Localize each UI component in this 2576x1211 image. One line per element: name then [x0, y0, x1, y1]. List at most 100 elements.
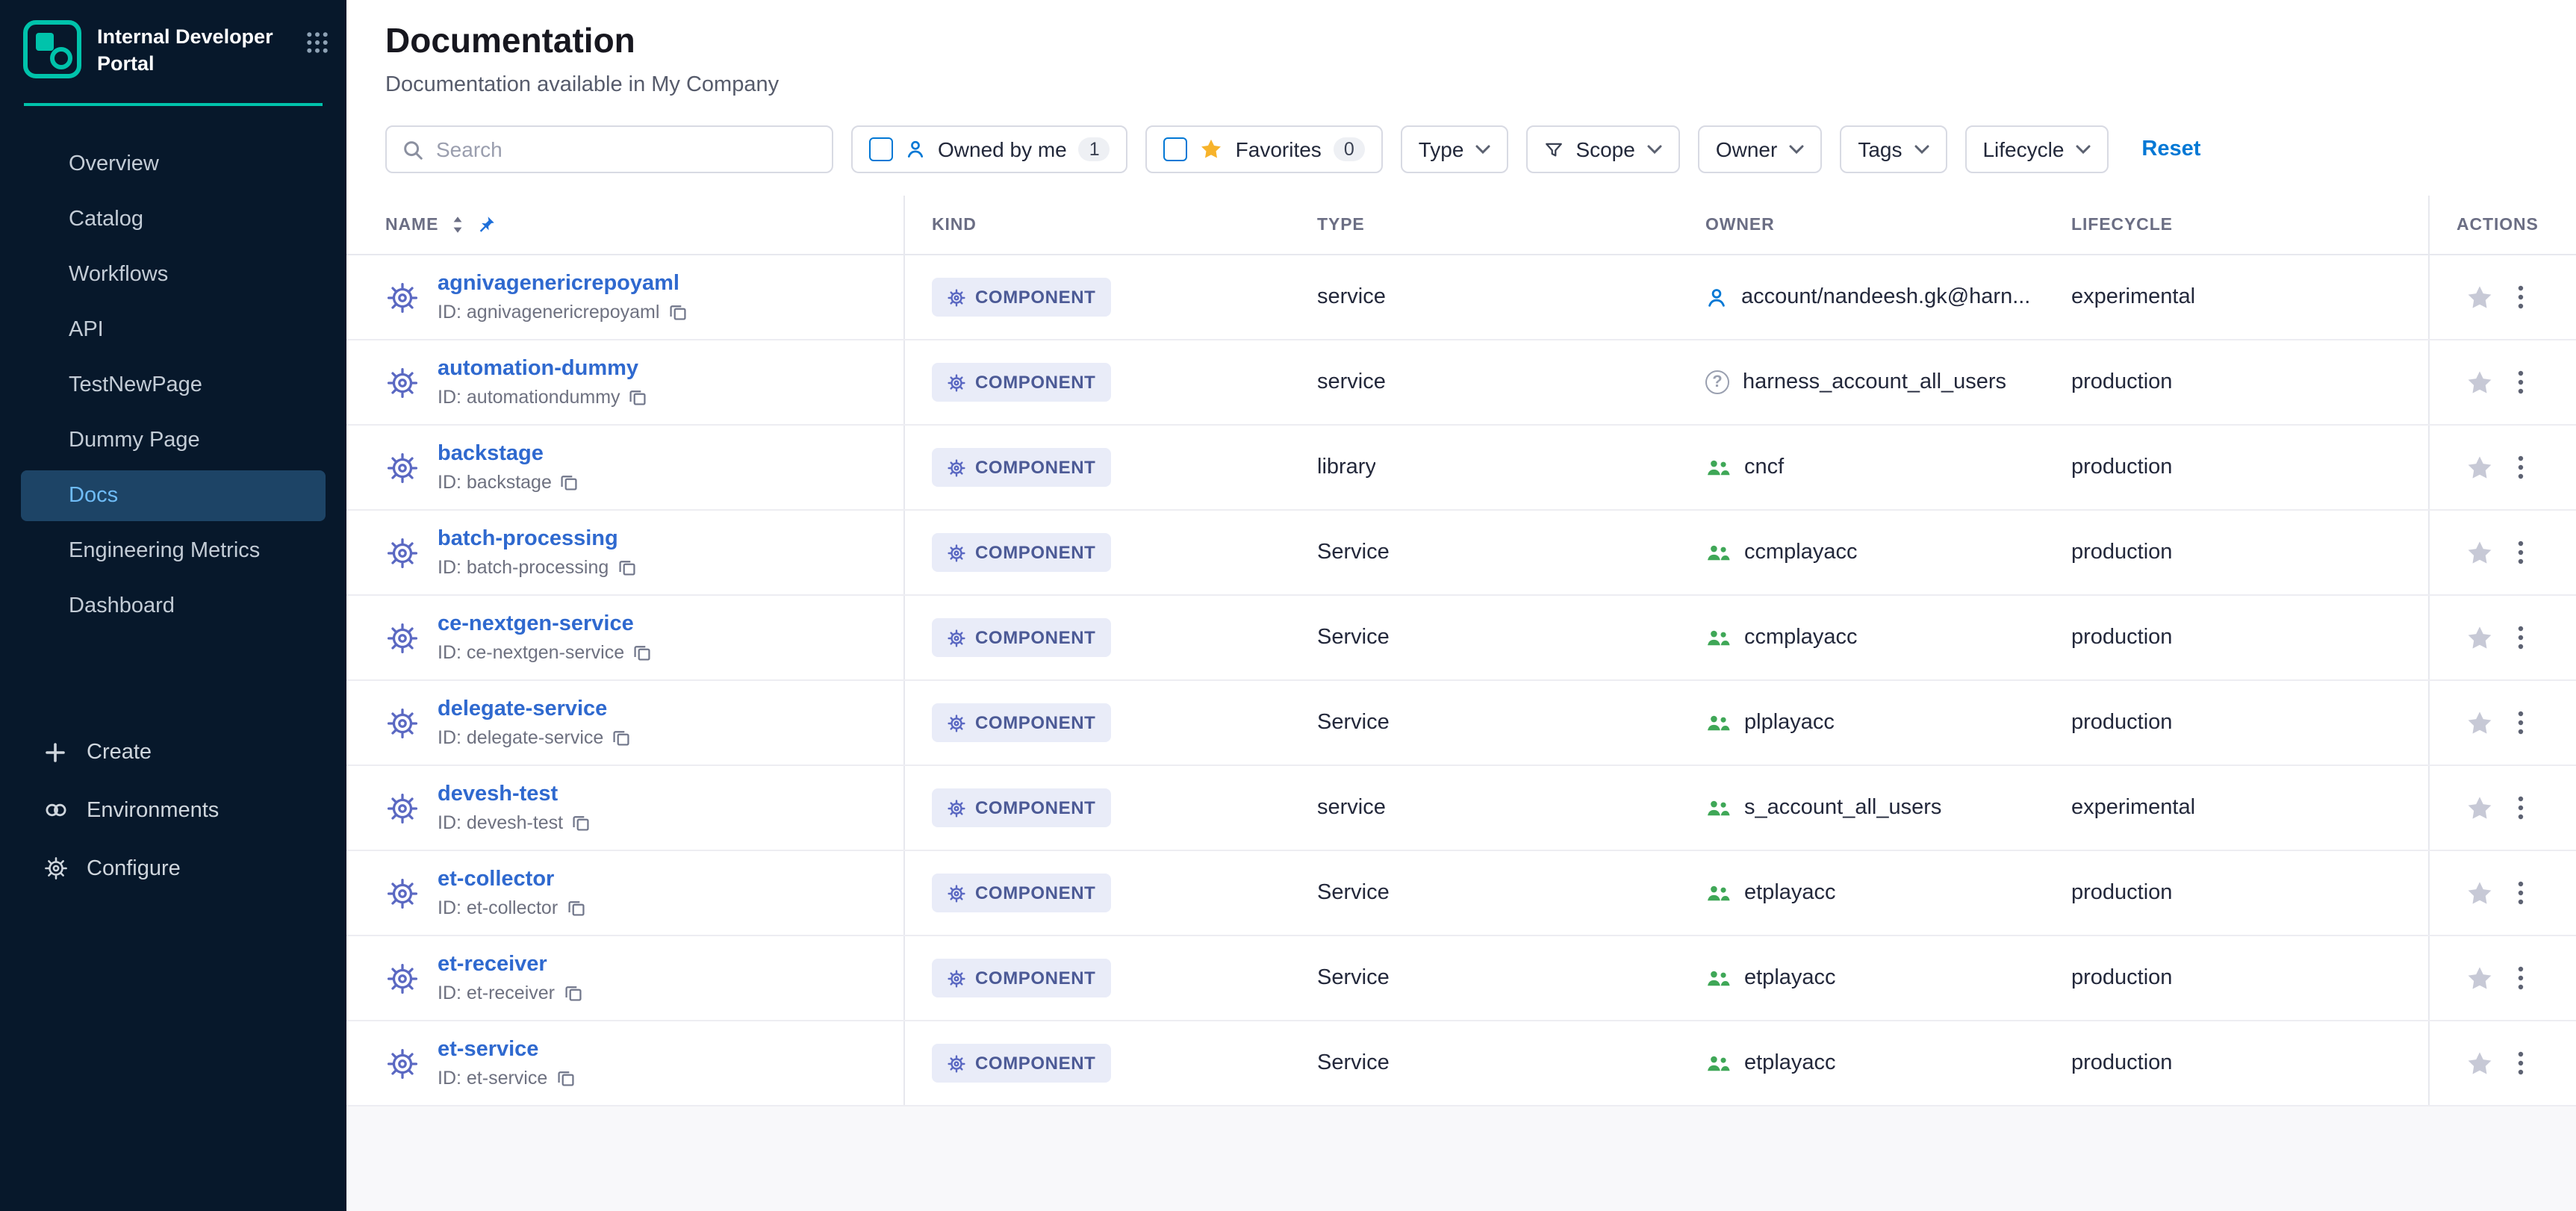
component-gear-icon [385, 450, 420, 485]
entity-name-link[interactable]: batch-processing [438, 527, 635, 551]
kebab-menu-icon[interactable] [2518, 881, 2524, 905]
sidebar-item-engineering-metrics[interactable]: Engineering Metrics [21, 526, 326, 576]
apps-grid-icon[interactable] [306, 19, 329, 61]
copy-icon[interactable] [617, 558, 635, 576]
sidebar-item-dashboard[interactable]: Dashboard [21, 581, 326, 632]
favorite-star-icon[interactable] [2465, 453, 2494, 482]
owner-value[interactable]: etplayacc [1744, 881, 1836, 905]
owner-value[interactable]: harness_account_all_users [1743, 370, 2006, 394]
favorite-star-icon[interactable] [2465, 368, 2494, 396]
copy-icon[interactable] [572, 814, 590, 832]
sidebar-item-label: TestNewPage [69, 373, 202, 397]
owner-value[interactable]: ccmplayacc [1744, 541, 1858, 564]
copy-icon[interactable] [556, 1069, 574, 1087]
favorite-star-icon[interactable] [2465, 964, 2494, 992]
owner-value[interactable]: etplayacc [1744, 1051, 1836, 1075]
copy-icon[interactable] [564, 984, 582, 1002]
sidebar-item-overview[interactable]: Overview [21, 139, 326, 190]
kebab-menu-icon[interactable] [2518, 541, 2524, 564]
table-body: agnivagenericrepoyaml ID: agnivagenericr… [346, 255, 2576, 1106]
entity-name-link[interactable]: et-receiver [438, 953, 582, 977]
kebab-menu-icon[interactable] [2518, 626, 2524, 650]
sidebar-item-catalog[interactable]: Catalog [21, 194, 326, 245]
entity-name-link[interactable]: automation-dummy [438, 357, 647, 381]
entity-name-link[interactable]: agnivagenericrepoyaml [438, 272, 686, 296]
owned-by-me-checkbox[interactable] [869, 137, 893, 161]
entity-name-link[interactable]: et-service [438, 1038, 574, 1062]
owner-value[interactable]: ccmplayacc [1744, 626, 1858, 650]
dropdown-type[interactable]: Type [1401, 125, 1509, 173]
pin-icon[interactable] [476, 215, 495, 234]
gear-icon [947, 543, 966, 562]
column-header-kind[interactable]: KIND [905, 196, 1290, 254]
search-box[interactable] [385, 125, 833, 173]
sidebar-item-api[interactable]: API [21, 305, 326, 355]
copy-icon[interactable] [668, 303, 686, 321]
kebab-menu-icon[interactable] [2518, 370, 2524, 394]
copy-icon[interactable] [633, 644, 651, 661]
configure-button[interactable]: Configure [21, 842, 326, 894]
owner-value[interactable]: etplayacc [1744, 966, 1836, 990]
entity-name-link[interactable]: backstage [438, 442, 579, 466]
user-icon [905, 139, 926, 160]
sidebar-item-docs[interactable]: Docs [21, 470, 326, 521]
favorite-star-icon[interactable] [2465, 623, 2494, 652]
kebab-menu-icon[interactable] [2518, 796, 2524, 820]
environments-button[interactable]: Environments [21, 784, 326, 836]
favorite-star-icon[interactable] [2465, 283, 2494, 311]
column-header-lifecycle[interactable]: LIFECYCLE [2044, 196, 2428, 254]
environments-label: Environments [87, 798, 219, 822]
entity-id: ID: et-collector [438, 897, 585, 918]
favorite-star-icon[interactable] [2465, 538, 2494, 567]
dropdown-scope[interactable]: Scope [1526, 125, 1679, 173]
entity-name-link[interactable]: devesh-test [438, 782, 590, 806]
sidebar-item-workflows[interactable]: Workflows [21, 249, 326, 300]
entity-id-text: ID: batch-processing [438, 557, 609, 578]
copy-icon[interactable] [567, 899, 585, 917]
entity-id-text: ID: et-receiver [438, 983, 555, 1003]
copy-icon[interactable] [561, 473, 579, 491]
gear-icon [42, 856, 69, 881]
entity-name-link[interactable]: et-collector [438, 868, 585, 891]
owner-value[interactable]: plplayacc [1744, 711, 1835, 735]
favorites-checkbox[interactable] [1164, 137, 1188, 161]
group-icon [1705, 883, 1731, 903]
owner-value[interactable]: s_account_all_users [1744, 796, 1941, 820]
column-header-type[interactable]: TYPE [1290, 196, 1679, 254]
kebab-menu-icon[interactable] [2518, 455, 2524, 479]
column-header-name[interactable]: NAME [346, 196, 905, 254]
sidebar-item-testnewpage[interactable]: TestNewPage [21, 360, 326, 411]
favorite-star-icon[interactable] [2465, 879, 2494, 907]
dropdown-lifecycle[interactable]: Lifecycle [1964, 125, 2109, 173]
component-gear-icon [385, 1046, 420, 1080]
kebab-menu-icon[interactable] [2518, 1051, 2524, 1075]
dropdown-tags[interactable]: Tags [1840, 125, 1947, 173]
search-input[interactable] [436, 137, 817, 161]
group-icon [1705, 543, 1731, 562]
filter-funnel-icon [1544, 140, 1564, 159]
table-row: agnivagenericrepoyaml ID: agnivagenericr… [346, 255, 2576, 340]
sidebar-item-dummy-page[interactable]: Dummy Page [21, 415, 326, 466]
lifecycle-value: production [2071, 966, 2172, 990]
owner-value[interactable]: account/nandeesh.gk@harn... [1741, 285, 2030, 309]
kebab-menu-icon[interactable] [2518, 966, 2524, 990]
favorite-star-icon[interactable] [2465, 794, 2494, 822]
owner-value[interactable]: cncf [1744, 455, 1784, 479]
column-header-owner[interactable]: OWNER [1679, 196, 2044, 254]
copy-icon[interactable] [612, 729, 630, 747]
kebab-menu-icon[interactable] [2518, 711, 2524, 735]
kebab-menu-icon[interactable] [2518, 285, 2524, 309]
kind-label: COMPONENT [975, 797, 1095, 818]
sort-icon[interactable] [450, 215, 464, 234]
owned-by-me-filter[interactable]: Owned by me 1 [851, 125, 1128, 173]
favorite-star-icon[interactable] [2465, 1049, 2494, 1077]
entity-name-link[interactable]: delegate-service [438, 697, 630, 721]
dropdown-owner[interactable]: Owner [1698, 125, 1822, 173]
entity-name-link[interactable]: ce-nextgen-service [438, 612, 651, 636]
copy-icon[interactable] [629, 388, 647, 406]
favorite-star-icon[interactable] [2465, 709, 2494, 737]
favorites-filter[interactable]: Favorites 0 [1146, 125, 1383, 173]
sidebar: Internal Developer Portal Overview Catal… [0, 0, 346, 1211]
reset-filters-link[interactable]: Reset [2141, 137, 2200, 161]
create-button[interactable]: Create [21, 727, 326, 778]
